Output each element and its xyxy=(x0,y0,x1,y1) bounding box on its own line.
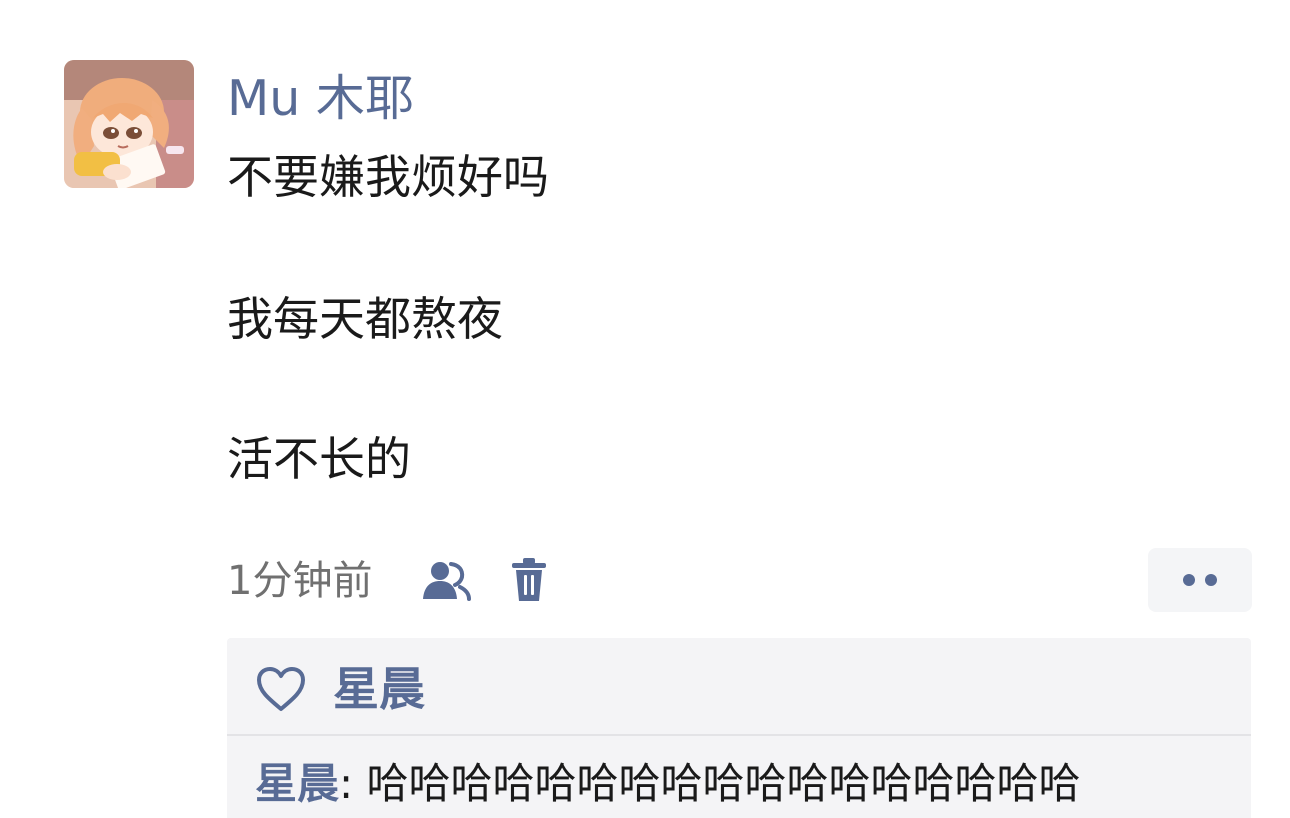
comment-item[interactable]: 星晨: 哈哈哈哈哈哈哈哈哈哈哈哈哈哈哈哈哈 xyxy=(255,756,1081,812)
avatar[interactable] xyxy=(64,60,194,188)
post-timestamp: 1分钟前 xyxy=(227,558,373,604)
comment-author[interactable]: 星晨 xyxy=(255,759,339,808)
likes-row: 星晨 xyxy=(227,638,1251,734)
post-text-line: 我每天都熬夜 xyxy=(227,292,503,346)
anime-girl-avatar-icon xyxy=(64,60,194,188)
comments-panel: 星晨 星晨: 哈哈哈哈哈哈哈哈哈哈哈哈哈哈哈哈哈 xyxy=(227,638,1251,818)
comment-text: 哈哈哈哈哈哈哈哈哈哈哈哈哈哈哈哈哈 xyxy=(366,759,1081,808)
post-text-line: 活不长的 xyxy=(227,432,411,486)
trash-icon[interactable] xyxy=(508,557,550,603)
liker-name[interactable]: 星晨 xyxy=(333,658,425,720)
likes-divider xyxy=(227,734,1251,736)
people-icon[interactable] xyxy=(420,559,472,601)
more-dot xyxy=(1183,574,1195,586)
comment-separator: : xyxy=(339,759,354,808)
post-text-line: 不要嫌我烦好吗 xyxy=(227,150,549,204)
more-button[interactable] xyxy=(1148,548,1252,612)
heart-icon[interactable] xyxy=(255,666,307,712)
post-author-name[interactable]: Mu 木耶 xyxy=(227,66,414,132)
more-dot xyxy=(1205,574,1217,586)
